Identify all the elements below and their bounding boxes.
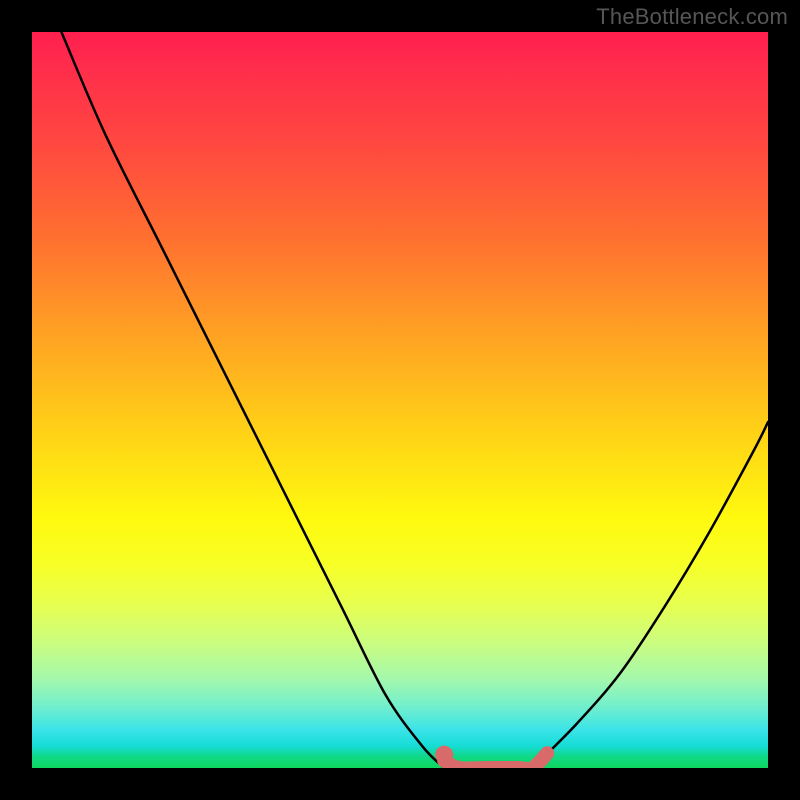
plot-area: [32, 32, 768, 768]
curves-svg: [32, 32, 768, 768]
curve-left: [61, 32, 444, 768]
highlight-dot-icon: [435, 746, 453, 764]
curve-right: [532, 422, 768, 768]
curve-highlight: [444, 753, 547, 768]
watermark-text: TheBottleneck.com: [596, 4, 788, 30]
chart-frame: TheBottleneck.com: [0, 0, 800, 800]
